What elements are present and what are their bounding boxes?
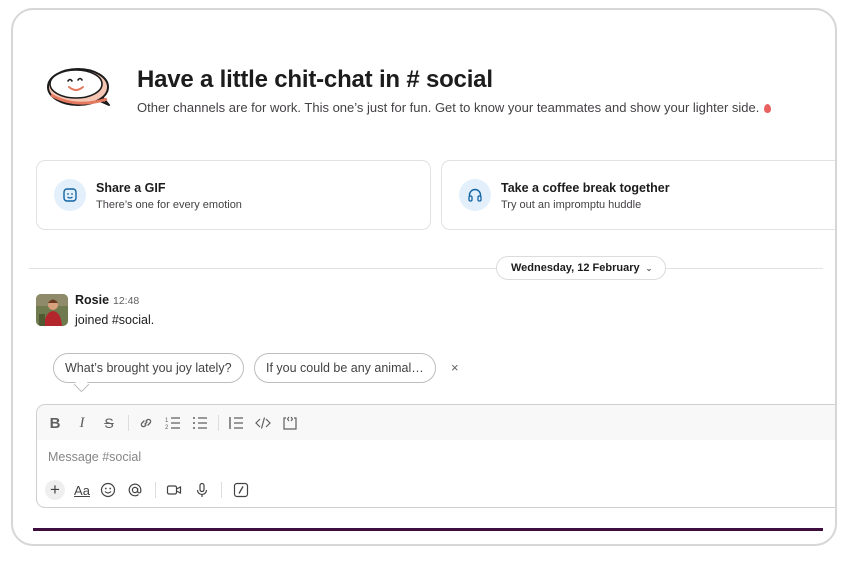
channel-window: Have a little chit-chat in # social Othe…: [11, 8, 837, 546]
card-subtitle: Try out an impromptu huddle: [501, 199, 642, 211]
accent-bar: [33, 528, 823, 531]
strikethrough-icon[interactable]: S: [102, 414, 116, 432]
prompt-suggestion[interactable]: If you could be any animal…: [254, 353, 436, 383]
code-block-icon[interactable]: [282, 414, 298, 432]
mention-icon[interactable]: [127, 481, 143, 499]
plus-icon[interactable]: +: [45, 480, 65, 500]
avatar[interactable]: [36, 294, 68, 326]
message-composer: B I S 12 Message #social + Aa: [36, 404, 835, 508]
formatting-icon[interactable]: Aa: [72, 481, 92, 499]
slash-command-icon[interactable]: [233, 481, 249, 499]
toolbar-divider: [155, 482, 156, 498]
toolbar-divider: [221, 482, 222, 498]
dismiss-prompts-button[interactable]: ×: [451, 360, 459, 375]
channel-intro-subtitle-text: Other channels are for work. This one’s …: [137, 100, 760, 115]
gif-icon: [54, 179, 86, 211]
emoji-icon[interactable]: [100, 481, 116, 499]
svg-text:1: 1: [165, 418, 169, 424]
chevron-down-icon: ⌄: [645, 263, 653, 273]
date-label: Wednesday, 12 February: [511, 262, 640, 274]
bold-icon[interactable]: B: [48, 414, 62, 432]
code-icon[interactable]: [255, 414, 271, 432]
card-subtitle: There’s one for every emotion: [96, 199, 242, 211]
share-gif-card[interactable]: Share a GIF There’s one for every emotio…: [36, 160, 431, 230]
card-title: Share a GIF: [96, 181, 166, 195]
formatting-toolbar: B I S 12: [37, 405, 835, 440]
message-input[interactable]: Message #social: [48, 450, 141, 464]
headphones-icon: [459, 179, 491, 211]
microphone-icon[interactable]: [194, 481, 210, 499]
message-author[interactable]: Rosie: [75, 293, 109, 307]
channel-intro-title: Have a little chit-chat in # social: [137, 66, 493, 93]
blockquote-icon[interactable]: [228, 414, 244, 432]
italic-icon[interactable]: I: [75, 414, 89, 432]
toolbar-divider: [218, 415, 219, 431]
balloon-icon: [764, 104, 772, 113]
link-icon[interactable]: [138, 414, 154, 432]
toolbar-divider: [128, 415, 129, 431]
card-title: Take a coffee break together: [501, 181, 670, 195]
channel-intro-subtitle: Other channels are for work. This one’s …: [137, 100, 772, 115]
message-text: joined #social.: [75, 313, 155, 327]
coffee-break-card[interactable]: Take a coffee break together Try out an …: [441, 160, 835, 230]
svg-text:2: 2: [165, 425, 169, 431]
date-divider-line: [29, 268, 823, 269]
date-divider-button[interactable]: Wednesday, 12 February ⌄: [496, 256, 667, 280]
bulleted-list-icon[interactable]: [192, 414, 208, 432]
video-icon[interactable]: [166, 481, 182, 499]
chat-bubble-illustration-icon: [47, 68, 110, 106]
message-timestamp[interactable]: 12:48: [113, 295, 139, 307]
ordered-list-icon[interactable]: 12: [165, 414, 181, 432]
